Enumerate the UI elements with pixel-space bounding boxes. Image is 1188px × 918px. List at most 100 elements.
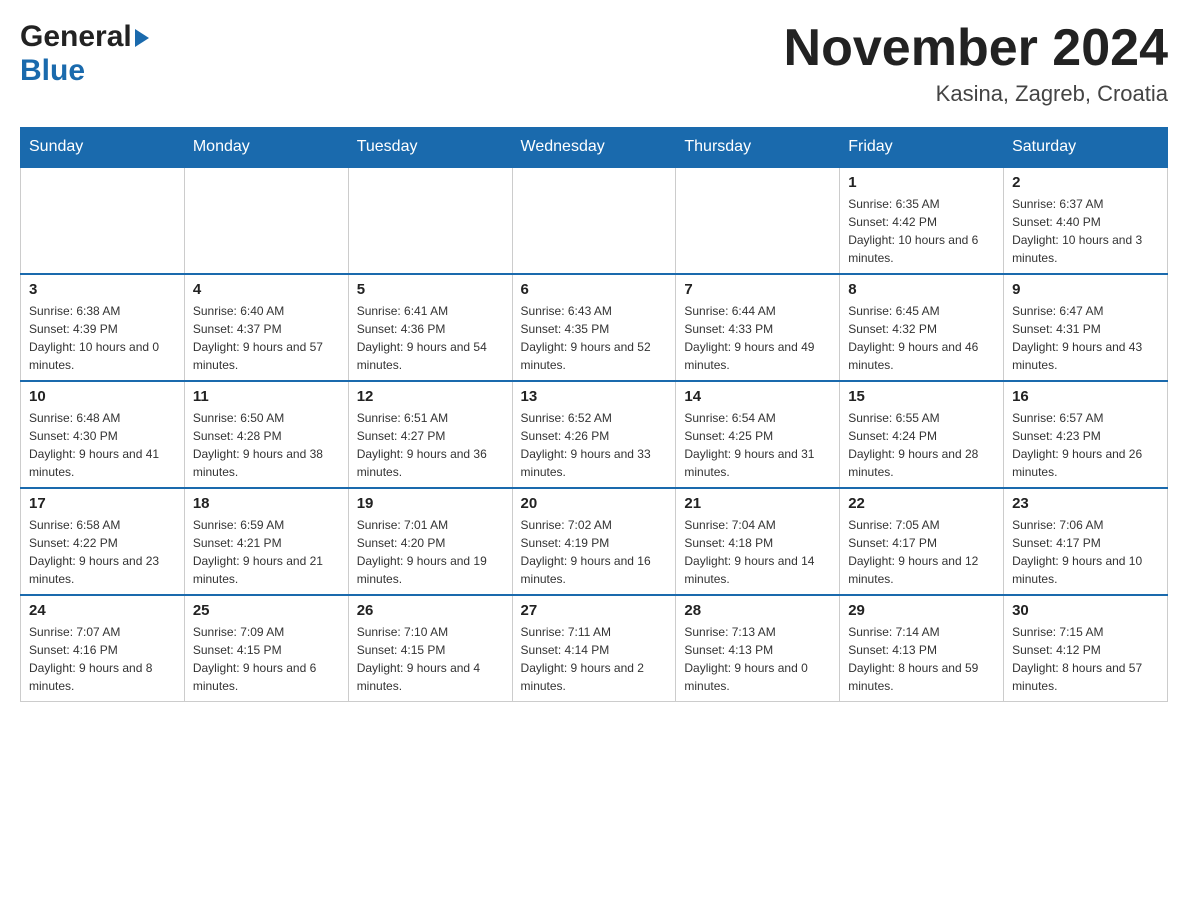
day-info: Sunrise: 6:44 AMSunset: 4:33 PMDaylight:… bbox=[684, 302, 831, 374]
calendar-cell: 16 Sunrise: 6:57 AMSunset: 4:23 PMDayligh… bbox=[1004, 381, 1168, 488]
calendar-cell: 12 Sunrise: 6:51 AMSunset: 4:27 PMDayligh… bbox=[348, 381, 512, 488]
day-number: 9 bbox=[1012, 281, 1159, 298]
day-info: Sunrise: 7:07 AMSunset: 4:16 PMDaylight:… bbox=[29, 623, 176, 695]
day-number: 5 bbox=[357, 281, 504, 298]
day-number: 30 bbox=[1012, 602, 1159, 619]
day-info: Sunrise: 6:48 AMSunset: 4:30 PMDaylight:… bbox=[29, 409, 176, 481]
calendar-cell: 20 Sunrise: 7:02 AMSunset: 4:19 PMDayligh… bbox=[512, 488, 676, 595]
day-info: Sunrise: 7:09 AMSunset: 4:15 PMDaylight:… bbox=[193, 623, 340, 695]
calendar-cell: 1 Sunrise: 6:35 AMSunset: 4:42 PMDaylight… bbox=[840, 167, 1004, 274]
day-number: 18 bbox=[193, 495, 340, 512]
day-number: 6 bbox=[521, 281, 668, 298]
calendar-header-saturday: Saturday bbox=[1004, 128, 1168, 168]
day-number: 28 bbox=[684, 602, 831, 619]
day-number: 15 bbox=[848, 388, 995, 405]
calendar-cell: 9Sunrise: 6:47 AMSunset: 4:31 PMDaylight… bbox=[1004, 274, 1168, 381]
day-number: 23 bbox=[1012, 495, 1159, 512]
day-number: 8 bbox=[848, 281, 995, 298]
calendar-cell bbox=[21, 167, 185, 274]
calendar-cell: 7Sunrise: 6:44 AMSunset: 4:33 PMDaylight… bbox=[676, 274, 840, 381]
calendar-cell: 2 Sunrise: 6:37 AMSunset: 4:40 PMDaylight… bbox=[1004, 167, 1168, 274]
calendar-cell: 30 Sunrise: 7:15 AMSunset: 4:12 PMDayligh… bbox=[1004, 595, 1168, 702]
day-number: 27 bbox=[521, 602, 668, 619]
calendar-cell: 4 Sunrise: 6:40 AMSunset: 4:37 PMDaylight… bbox=[184, 274, 348, 381]
calendar-cell: 24 Sunrise: 7:07 AMSunset: 4:16 PMDayligh… bbox=[21, 595, 185, 702]
day-number: 24 bbox=[29, 602, 176, 619]
calendar-cell: 17 Sunrise: 6:58 AMSunset: 4:22 PMDayligh… bbox=[21, 488, 185, 595]
day-info: Sunrise: 6:38 AMSunset: 4:39 PMDaylight:… bbox=[29, 302, 176, 374]
calendar-cell: 11 Sunrise: 6:50 AMSunset: 4:28 PMDayligh… bbox=[184, 381, 348, 488]
calendar-cell: 6Sunrise: 6:43 AMSunset: 4:35 PMDaylight… bbox=[512, 274, 676, 381]
day-number: 1 bbox=[848, 174, 995, 191]
calendar-cell: 21 Sunrise: 7:04 AMSunset: 4:18 PMDayligh… bbox=[676, 488, 840, 595]
calendar-table: SundayMondayTuesdayWednesdayThursdayFrid… bbox=[20, 127, 1168, 702]
day-info: Sunrise: 7:05 AMSunset: 4:17 PMDaylight:… bbox=[848, 516, 995, 588]
day-info: Sunrise: 6:45 AMSunset: 4:32 PMDaylight:… bbox=[848, 302, 995, 374]
calendar-header-friday: Friday bbox=[840, 128, 1004, 168]
calendar-week-3: 10 Sunrise: 6:48 AMSunset: 4:30 PMDayligh… bbox=[21, 381, 1168, 488]
day-info: Sunrise: 6:50 AMSunset: 4:28 PMDaylight:… bbox=[193, 409, 340, 481]
day-info: Sunrise: 7:01 AMSunset: 4:20 PMDaylight:… bbox=[357, 516, 504, 588]
day-number: 21 bbox=[684, 495, 831, 512]
calendar-cell: 18 Sunrise: 6:59 AMSunset: 4:21 PMDayligh… bbox=[184, 488, 348, 595]
day-number: 3 bbox=[29, 281, 176, 298]
day-info: Sunrise: 7:15 AMSunset: 4:12 PMDaylight:… bbox=[1012, 623, 1159, 695]
calendar-cell: 22 Sunrise: 7:05 AMSunset: 4:17 PMDayligh… bbox=[840, 488, 1004, 595]
calendar-cell: 27 Sunrise: 7:11 AMSunset: 4:14 PMDayligh… bbox=[512, 595, 676, 702]
calendar-cell: 14Sunrise: 6:54 AMSunset: 4:25 PMDayligh… bbox=[676, 381, 840, 488]
day-number: 12 bbox=[357, 388, 504, 405]
day-number: 4 bbox=[193, 281, 340, 298]
calendar-cell: 28 Sunrise: 7:13 AMSunset: 4:13 PMDayligh… bbox=[676, 595, 840, 702]
day-info: Sunrise: 6:57 AMSunset: 4:23 PMDaylight:… bbox=[1012, 409, 1159, 481]
day-number: 14 bbox=[684, 388, 831, 405]
calendar-header-row: SundayMondayTuesdayWednesdayThursdayFrid… bbox=[21, 128, 1168, 168]
day-info: Sunrise: 6:59 AMSunset: 4:21 PMDaylight:… bbox=[193, 516, 340, 588]
calendar-cell: 26Sunrise: 7:10 AMSunset: 4:15 PMDayligh… bbox=[348, 595, 512, 702]
day-number: 20 bbox=[521, 495, 668, 512]
day-info: Sunrise: 6:55 AMSunset: 4:24 PMDaylight:… bbox=[848, 409, 995, 481]
day-number: 2 bbox=[1012, 174, 1159, 191]
day-info: Sunrise: 6:37 AMSunset: 4:40 PMDaylight:… bbox=[1012, 195, 1159, 267]
day-info: Sunrise: 7:11 AMSunset: 4:14 PMDaylight:… bbox=[521, 623, 668, 695]
day-info: Sunrise: 7:04 AMSunset: 4:18 PMDaylight:… bbox=[684, 516, 831, 588]
calendar-cell: 10 Sunrise: 6:48 AMSunset: 4:30 PMDayligh… bbox=[21, 381, 185, 488]
calendar-header-wednesday: Wednesday bbox=[512, 128, 676, 168]
day-info: Sunrise: 7:06 AMSunset: 4:17 PMDaylight:… bbox=[1012, 516, 1159, 588]
day-info: Sunrise: 6:35 AMSunset: 4:42 PMDaylight:… bbox=[848, 195, 995, 267]
calendar-week-4: 17 Sunrise: 6:58 AMSunset: 4:22 PMDayligh… bbox=[21, 488, 1168, 595]
day-info: Sunrise: 6:58 AMSunset: 4:22 PMDaylight:… bbox=[29, 516, 176, 588]
day-info: Sunrise: 6:40 AMSunset: 4:37 PMDaylight:… bbox=[193, 302, 340, 374]
location: Kasina, Zagreb, Croatia bbox=[784, 81, 1168, 107]
calendar-cell: 23 Sunrise: 7:06 AMSunset: 4:17 PMDayligh… bbox=[1004, 488, 1168, 595]
calendar-cell bbox=[348, 167, 512, 274]
day-info: Sunrise: 6:52 AMSunset: 4:26 PMDaylight:… bbox=[521, 409, 668, 481]
calendar-cell: 3 Sunrise: 6:38 AMSunset: 4:39 PMDaylight… bbox=[21, 274, 185, 381]
day-info: Sunrise: 6:41 AMSunset: 4:36 PMDaylight:… bbox=[357, 302, 504, 374]
day-number: 17 bbox=[29, 495, 176, 512]
calendar-cell: 19Sunrise: 7:01 AMSunset: 4:20 PMDayligh… bbox=[348, 488, 512, 595]
day-number: 22 bbox=[848, 495, 995, 512]
calendar-week-5: 24 Sunrise: 7:07 AMSunset: 4:16 PMDayligh… bbox=[21, 595, 1168, 702]
day-info: Sunrise: 7:02 AMSunset: 4:19 PMDaylight:… bbox=[521, 516, 668, 588]
calendar-cell bbox=[676, 167, 840, 274]
day-number: 25 bbox=[193, 602, 340, 619]
day-info: Sunrise: 7:14 AMSunset: 4:13 PMDaylight:… bbox=[848, 623, 995, 695]
month-title: November 2024 bbox=[784, 20, 1168, 77]
calendar-cell bbox=[512, 167, 676, 274]
day-number: 16 bbox=[1012, 388, 1159, 405]
day-number: 10 bbox=[29, 388, 176, 405]
page-header: General Blue November 2024 Kasina, Zagre… bbox=[20, 20, 1168, 107]
logo-general-text: General bbox=[20, 20, 132, 54]
calendar-header-monday: Monday bbox=[184, 128, 348, 168]
day-info: Sunrise: 6:51 AMSunset: 4:27 PMDaylight:… bbox=[357, 409, 504, 481]
logo-blue-text: Blue bbox=[20, 54, 85, 88]
calendar-header-sunday: Sunday bbox=[21, 128, 185, 168]
day-info: Sunrise: 7:10 AMSunset: 4:15 PMDaylight:… bbox=[357, 623, 504, 695]
day-number: 11 bbox=[193, 388, 340, 405]
calendar-cell: 13Sunrise: 6:52 AMSunset: 4:26 PMDayligh… bbox=[512, 381, 676, 488]
calendar-cell: 15 Sunrise: 6:55 AMSunset: 4:24 PMDayligh… bbox=[840, 381, 1004, 488]
calendar-cell: 8 Sunrise: 6:45 AMSunset: 4:32 PMDaylight… bbox=[840, 274, 1004, 381]
title-block: November 2024 Kasina, Zagreb, Croatia bbox=[784, 20, 1168, 107]
day-info: Sunrise: 7:13 AMSunset: 4:13 PMDaylight:… bbox=[684, 623, 831, 695]
calendar-cell bbox=[184, 167, 348, 274]
